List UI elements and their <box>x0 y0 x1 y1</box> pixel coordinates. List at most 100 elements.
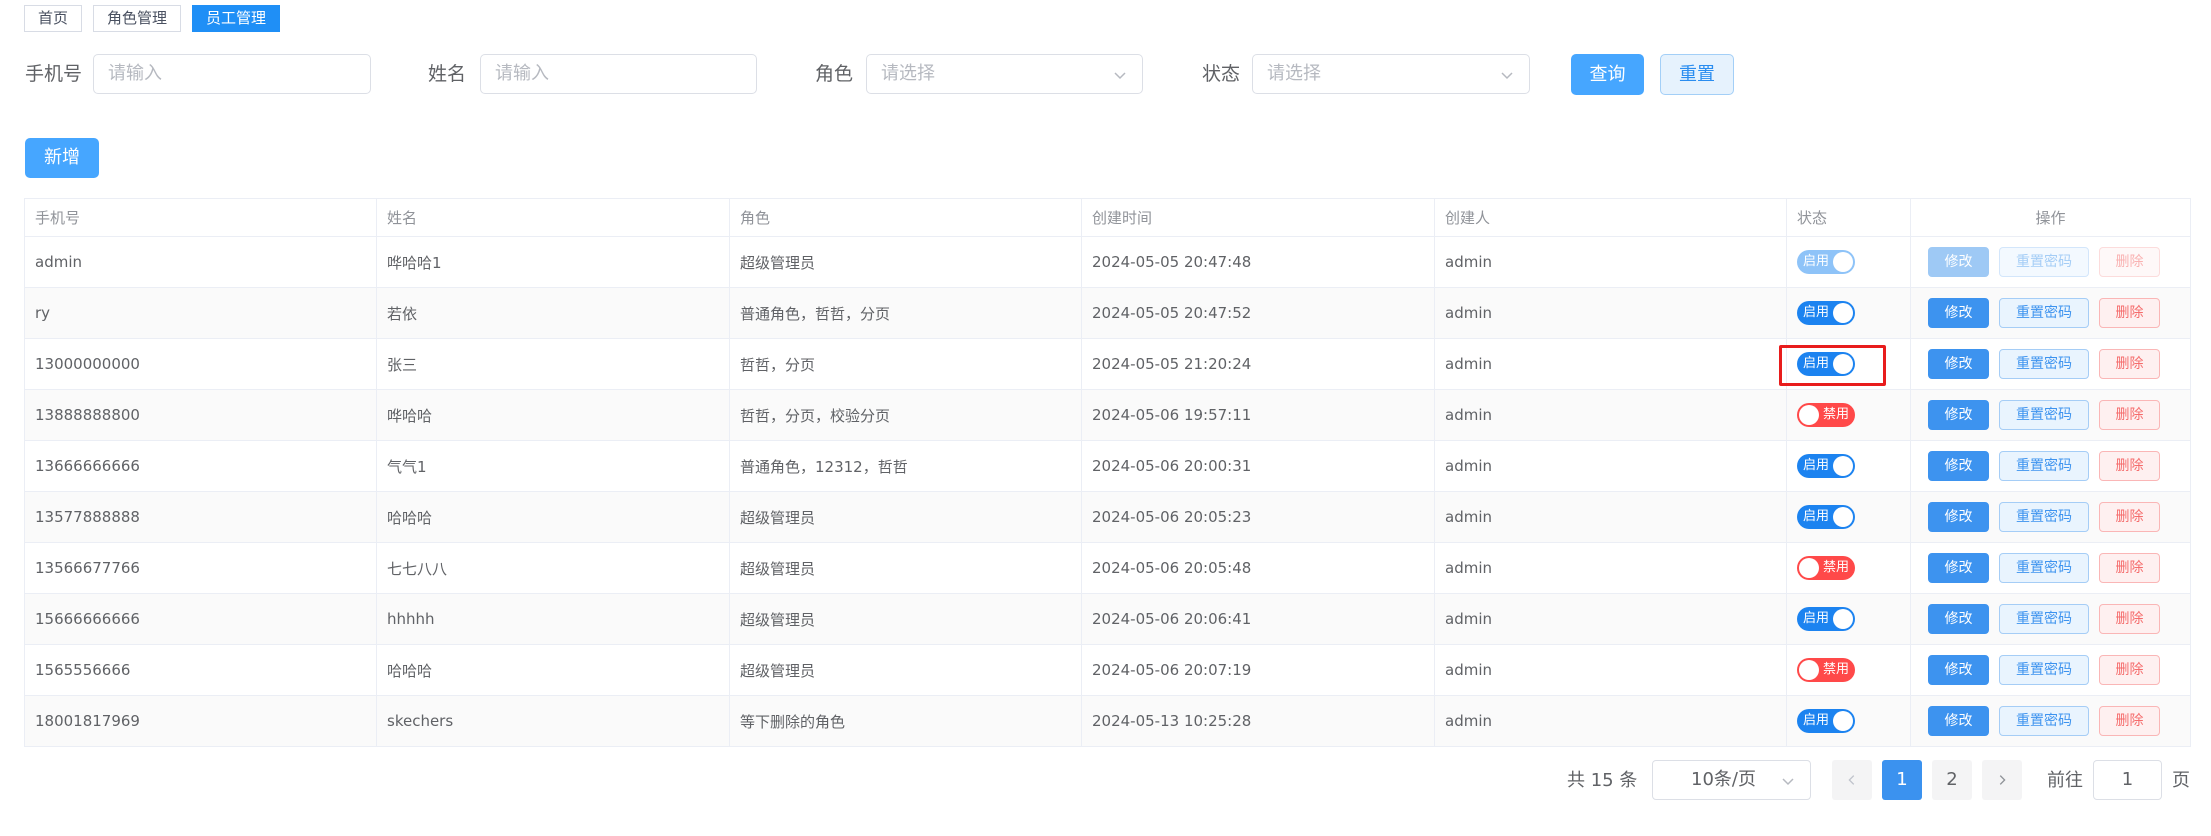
chevron-down-icon <box>1501 72 1513 80</box>
tag-role-management[interactable]: 角色管理 <box>93 5 182 32</box>
cell-name: 哗哈哈 <box>376 389 730 441</box>
reset-password-button[interactable]: 重置密码 <box>1999 400 2089 430</box>
name-filter-placeholder: 请输入 <box>495 63 549 84</box>
delete-button[interactable]: 删除 <box>2099 604 2160 634</box>
status-filter-placeholder: 请选择 <box>1267 63 1321 84</box>
phone-filter-placeholder: 请输入 <box>108 63 162 84</box>
cell-created-time: 2024-05-06 20:00:31 <box>1081 440 1435 492</box>
edit-button[interactable]: 修改 <box>1928 247 1989 277</box>
edit-button[interactable]: 修改 <box>1928 706 1989 736</box>
cell-name: hhhhh <box>376 593 730 645</box>
cell-actions: 修改 重置密码 删除 <box>1910 593 2191 645</box>
delete-button[interactable]: 删除 <box>2099 553 2160 583</box>
cell-name: 七七八八 <box>376 542 730 594</box>
status-switch[interactable]: 禁用 <box>1797 658 1855 682</box>
cell-status: 启用 <box>1786 695 1911 747</box>
column-header-status[interactable]: 状态 <box>1786 198 1911 237</box>
status-switch[interactable]: 禁用 <box>1797 556 1855 580</box>
goto-page-input[interactable]: 1 <box>2093 760 2162 800</box>
add-button[interactable]: 新增 <box>25 138 99 178</box>
edit-button[interactable]: 修改 <box>1928 604 1989 634</box>
status-switch-label: 禁用 <box>1822 662 1849 677</box>
name-filter-input[interactable]: 请输入 <box>480 54 757 94</box>
status-switch[interactable]: 启用 <box>1797 250 1855 274</box>
column-header-phone[interactable]: 手机号 <box>24 198 377 237</box>
cell-role: 超级管理员 <box>729 236 1082 288</box>
column-header-role[interactable]: 角色 <box>729 198 1082 237</box>
table-row: 13577888888 哈哈哈 超级管理员 2024-05-06 20:05:23 ad… <box>24 491 2191 543</box>
status-switch-label: 禁用 <box>1822 407 1849 422</box>
reset-password-button[interactable]: 重置密码 <box>1999 502 2089 532</box>
goto-label: 前往 <box>2047 770 2083 791</box>
cell-status: 禁用 <box>1786 542 1911 594</box>
reset-button[interactable]: 重置 <box>1660 54 1734 95</box>
page-size-value: 10条/页 <box>1691 769 1756 790</box>
edit-button[interactable]: 修改 <box>1928 298 1989 328</box>
delete-button[interactable]: 删除 <box>2099 451 2160 481</box>
delete-button[interactable]: 删除 <box>2099 706 2160 736</box>
status-switch-knob <box>1833 303 1853 323</box>
cell-phone: 13666666666 <box>24 440 377 492</box>
cell-creator: admin <box>1434 287 1787 339</box>
reset-password-button[interactable]: 重置密码 <box>1999 349 2089 379</box>
cell-role: 超级管理员 <box>729 542 1082 594</box>
prev-page-button[interactable] <box>1832 760 1872 800</box>
status-switch[interactable]: 启用 <box>1797 301 1855 325</box>
delete-button[interactable]: 删除 <box>2099 247 2160 277</box>
highlight-box <box>1779 345 1886 386</box>
cell-status: 启用 <box>1786 440 1911 492</box>
cell-phone: admin <box>24 236 377 288</box>
status-switch-label: 启用 <box>1803 713 1830 728</box>
status-filter-select[interactable]: 请选择 <box>1252 54 1530 94</box>
tag-home[interactable]: 首页 <box>24 5 83 32</box>
edit-button[interactable]: 修改 <box>1928 349 1989 379</box>
page-size-select[interactable]: 10条/页 <box>1652 760 1811 800</box>
column-header-name[interactable]: 姓名 <box>376 198 730 237</box>
cell-creator: admin <box>1434 644 1787 696</box>
page-suffix-label: 页 <box>2172 770 2190 791</box>
edit-button[interactable]: 修改 <box>1928 502 1989 532</box>
cell-status: 启用 <box>1786 236 1911 288</box>
column-header-created-time[interactable]: 创建时间 <box>1081 198 1435 237</box>
delete-button[interactable]: 删除 <box>2099 349 2160 379</box>
reset-password-button[interactable]: 重置密码 <box>1999 655 2089 685</box>
reset-password-button[interactable]: 重置密码 <box>1999 706 2089 736</box>
reset-password-button[interactable]: 重置密码 <box>1999 298 2089 328</box>
cell-role: 普通角色，哲哲，分页 <box>729 287 1082 339</box>
edit-button[interactable]: 修改 <box>1928 655 1989 685</box>
cell-created-time: 2024-05-05 21:20:24 <box>1081 338 1435 390</box>
status-switch[interactable]: 启用 <box>1797 505 1855 529</box>
edit-button[interactable]: 修改 <box>1928 400 1989 430</box>
phone-filter-input[interactable]: 请输入 <box>93 54 371 94</box>
reset-password-button[interactable]: 重置密码 <box>1999 247 2089 277</box>
delete-button[interactable]: 删除 <box>2099 298 2160 328</box>
reset-password-button[interactable]: 重置密码 <box>1999 604 2089 634</box>
next-page-button[interactable] <box>1982 760 2022 800</box>
column-header-creator[interactable]: 创建人 <box>1434 198 1787 237</box>
role-filter-label: 角色 <box>815 63 854 85</box>
reset-password-button[interactable]: 重置密码 <box>1999 451 2089 481</box>
cell-role: 等下删除的角色 <box>729 695 1082 747</box>
page-button-1[interactable]: 1 <box>1882 760 1922 800</box>
cell-actions: 修改 重置密码 删除 <box>1910 440 2191 492</box>
cell-creator: admin <box>1434 695 1787 747</box>
edit-button[interactable]: 修改 <box>1928 451 1989 481</box>
status-switch-label: 启用 <box>1803 509 1830 524</box>
status-switch[interactable]: 启用 <box>1797 607 1855 631</box>
query-button[interactable]: 查询 <box>1571 54 1644 95</box>
edit-button[interactable]: 修改 <box>1928 553 1989 583</box>
role-filter-select[interactable]: 请选择 <box>866 54 1143 94</box>
cell-creator: admin <box>1434 338 1787 390</box>
cell-name: 张三 <box>376 338 730 390</box>
cell-created-time: 2024-05-06 19:57:11 <box>1081 389 1435 441</box>
status-switch[interactable]: 启用 <box>1797 454 1855 478</box>
status-switch[interactable]: 启用 <box>1797 709 1855 733</box>
table-row: admin 哗哈哈1 超级管理员 2024-05-05 20:47:48 admin 启用… <box>24 236 2191 288</box>
delete-button[interactable]: 删除 <box>2099 502 2160 532</box>
reset-password-button[interactable]: 重置密码 <box>1999 553 2089 583</box>
delete-button[interactable]: 删除 <box>2099 400 2160 430</box>
page-button-2[interactable]: 2 <box>1932 760 1972 800</box>
delete-button[interactable]: 删除 <box>2099 655 2160 685</box>
status-switch[interactable]: 禁用 <box>1797 403 1855 427</box>
tag-employee-management[interactable]: 员工管理 <box>192 5 281 32</box>
